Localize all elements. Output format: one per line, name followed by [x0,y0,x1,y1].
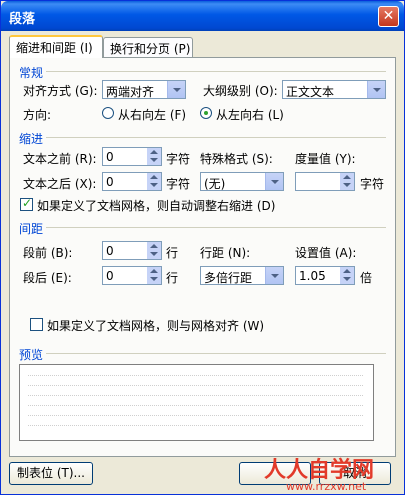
chevron-down-icon [265,173,283,190]
auto-right-indent-label: 如果定义了文档网格，则自动调整右缩进 (D) [37,199,276,213]
indent-after-spinner[interactable]: 0 [102,172,162,191]
special-format-value: (无) [204,177,226,191]
space-before-value: 0 [106,244,114,258]
preview-line [28,415,363,420]
special-format-select[interactable]: (无) [200,172,284,191]
general-separator [46,71,386,72]
spin-down-icon[interactable] [340,182,354,190]
space-after-label: 段后 (E): [23,271,72,285]
spin-up-icon[interactable] [340,173,354,181]
spin-up-icon[interactable] [147,242,161,250]
chevron-down-icon [367,81,385,98]
dialog-title: 段落 [9,12,36,27]
close-icon: ✕ [382,8,395,24]
direction-label: 方向: [23,108,52,122]
general-heading: 常规 [19,66,44,80]
chevron-down-icon [265,267,283,284]
snap-to-grid-label: 如果定义了文档网格，则与网格对齐 (W) [47,319,265,333]
spin-down-icon[interactable] [147,182,161,190]
tab-line-page-breaks-label: 换行和分页 (P) [110,42,191,56]
spinner-buttons [147,148,161,165]
preview-separator [46,353,386,354]
space-after-value: 0 [106,269,114,283]
line-spacing-value: 多倍行距 [204,271,253,285]
indent-before-unit: 字符 [166,152,191,166]
indent-heading: 缩进 [19,132,44,146]
indent-before-label: 文本之前 (R): [23,152,97,166]
watermark-url: www.rrzxw.net [286,480,367,493]
spacing-heading: 间距 [19,222,44,236]
preview-line [28,395,363,400]
spin-down-icon[interactable] [340,276,354,284]
spinner-buttons [147,173,161,190]
measure-spinner[interactable] [295,172,355,191]
indent-separator [46,137,386,138]
tabs-button[interactable]: 制表位 (T)... [9,462,93,485]
special-format-label: 特殊格式 (S): [200,152,273,166]
preview-heading: 预览 [19,348,44,362]
preview-line [28,375,363,380]
title-bar: 段落 ✕ [1,1,404,31]
spinner-buttons [340,267,354,284]
space-before-label: 段前 (B): [23,246,73,260]
ltr-radio[interactable] [200,107,212,119]
spinner-buttons [147,267,161,284]
measure-unit: 字符 [360,177,385,191]
preview-line [28,405,363,410]
watermark-logo: 人人自学网 www.rrzxw.net [264,450,404,494]
rtl-radio[interactable] [102,107,114,119]
rtl-label: 从右向左 (F) [118,108,187,122]
space-before-unit: 行 [166,246,179,260]
auto-right-indent-checkbox[interactable] [20,196,33,211]
close-button[interactable]: ✕ [378,6,399,27]
spacing-separator [46,227,386,228]
spin-up-icon[interactable] [340,267,354,275]
indent-after-unit: 字符 [166,177,191,191]
preview-line [28,425,363,430]
alignment-value: 两端对齐 [106,85,155,99]
spin-down-icon[interactable] [147,276,161,284]
alignment-label: 对齐方式 (G): [23,84,98,98]
measure-label: 度量值 (Y): [295,152,356,166]
tabs-button-label: 制表位 (T)... [17,466,85,480]
tab-panel: 常规 对齐方式 (G): 两端对齐 大纲级别 (O): 正文文本 方向: 从右向… [9,57,396,457]
space-before-spinner[interactable]: 0 [102,241,162,260]
preview-line [28,385,363,390]
outline-label: 大纲级别 (O): [203,84,278,98]
line-spacing-label: 行距 (N): [200,246,251,260]
spin-up-icon[interactable] [147,148,161,156]
set-value-value: 1.05 [299,269,326,283]
ltr-label: 从左向右 (L) [216,108,284,122]
indent-after-value: 0 [106,175,114,189]
indent-after-label: 文本之后 (X): [23,177,97,191]
tab-indent-spacing[interactable]: 缩进和间距 (I) [9,35,103,58]
indent-before-spinner[interactable]: 0 [102,147,162,166]
snap-to-grid-checkbox[interactable] [30,318,43,331]
preview-box [19,364,374,441]
paragraph-dialog: 段落 ✕ 缩进和间距 (I) 换行和分页 (P) 常规 对齐方式 (G): 两端… [0,0,405,495]
set-value-label: 设置值 (A): [295,246,357,260]
set-value-spinner[interactable]: 1.05 [295,266,355,285]
outline-value: 正文文本 [286,85,335,99]
tab-line-page-breaks[interactable]: 换行和分页 (P) [103,37,193,57]
spin-down-icon[interactable] [147,157,161,165]
spin-up-icon[interactable] [147,173,161,181]
set-value-unit: 倍 [360,271,373,285]
space-after-unit: 行 [166,271,179,285]
alignment-select[interactable]: 两端对齐 [102,80,186,99]
indent-before-value: 0 [106,150,114,164]
outline-select[interactable]: 正文文本 [282,80,386,99]
tab-indent-spacing-label: 缩进和间距 (I) [16,41,93,55]
spin-up-icon[interactable] [147,267,161,275]
line-spacing-select[interactable]: 多倍行距 [200,266,284,285]
space-after-spinner[interactable]: 0 [102,266,162,285]
chevron-down-icon [167,81,185,98]
spinner-buttons [340,173,354,190]
spinner-buttons [147,242,161,259]
spin-down-icon[interactable] [147,251,161,259]
